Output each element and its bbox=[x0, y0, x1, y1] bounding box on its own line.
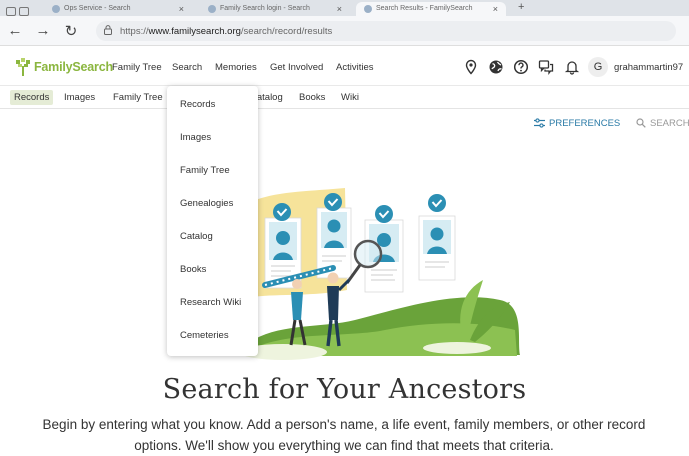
subnav-family-tree[interactable]: Family Tree bbox=[113, 92, 163, 103]
magnifier-icon bbox=[636, 118, 646, 128]
back-arrow-icon[interactable]: ← bbox=[6, 22, 24, 39]
window-controls[interactable] bbox=[6, 3, 36, 16]
bell-icon[interactable] bbox=[564, 59, 580, 75]
forward-arrow-icon[interactable]: → bbox=[34, 22, 52, 39]
url-path: /search/record/results bbox=[240, 26, 333, 37]
url-field[interactable]: https://www.familysearch.org/search/reco… bbox=[96, 21, 676, 41]
dropdown-item-research-wiki[interactable]: Research Wiki bbox=[180, 297, 241, 308]
close-tab-icon[interactable]: × bbox=[493, 4, 498, 14]
globe-icon[interactable] bbox=[488, 59, 504, 75]
dropdown-item-books[interactable]: Books bbox=[180, 264, 206, 275]
avatar[interactable]: G bbox=[588, 57, 608, 77]
subnav-images[interactable]: Images bbox=[64, 92, 95, 103]
page-title: Search for Your Ancestors bbox=[162, 374, 527, 405]
close-tab-icon[interactable]: × bbox=[337, 4, 342, 14]
tree-logo-icon bbox=[16, 58, 30, 76]
dropdown-item-images[interactable]: Images bbox=[180, 132, 211, 143]
new-tab-icon[interactable]: + bbox=[518, 1, 524, 13]
browser-tab-1[interactable]: Ops Service - Search × bbox=[44, 2, 192, 16]
tab-favicon-icon bbox=[364, 5, 372, 13]
dropdown-item-cemeteries[interactable]: Cemeteries bbox=[180, 330, 229, 341]
nav-memories[interactable]: Memories bbox=[215, 62, 257, 73]
url-domain: www.familysearch.org bbox=[148, 26, 241, 37]
nav-activities[interactable]: Activities bbox=[336, 62, 373, 73]
nav-family-tree[interactable]: Family Tree bbox=[112, 62, 162, 73]
ancestors-illustration bbox=[225, 188, 535, 370]
lock-icon bbox=[104, 25, 112, 35]
preferences-button[interactable]: PREFERENCES bbox=[534, 118, 620, 129]
tab-favicon-icon bbox=[52, 5, 60, 13]
ancestor-card-4 bbox=[418, 194, 456, 281]
familysearch-logo[interactable]: FamilySearch bbox=[14, 57, 113, 77]
dropdown-item-family-tree[interactable]: Family Tree bbox=[180, 165, 230, 176]
dropdown-item-catalog[interactable]: Catalog bbox=[180, 231, 213, 242]
logo-text: FamilySearch bbox=[34, 60, 113, 74]
browser-tab-strip: Ops Service - Search × Family Search logi… bbox=[0, 0, 689, 16]
search-label: SEARCH bbox=[650, 118, 689, 129]
username[interactable]: grahammartin97 bbox=[614, 62, 683, 73]
chat-icon[interactable] bbox=[538, 59, 554, 75]
help-icon[interactable] bbox=[513, 59, 529, 75]
subnav-books[interactable]: Books bbox=[299, 92, 325, 103]
url-prefix: https:// bbox=[120, 26, 149, 37]
browser-tab-3[interactable]: Search Results - FamilySearch × bbox=[356, 2, 506, 16]
subnav-wiki[interactable]: Wiki bbox=[341, 92, 359, 103]
close-tab-icon[interactable]: × bbox=[179, 4, 184, 14]
subnav-records[interactable]: Records bbox=[10, 90, 54, 105]
location-pin-icon[interactable] bbox=[463, 59, 479, 75]
reload-icon[interactable]: ↻ bbox=[62, 22, 80, 40]
dropdown-item-records[interactable]: Records bbox=[180, 99, 215, 110]
tab-favicon-icon bbox=[208, 5, 216, 13]
nav-search[interactable]: Search bbox=[172, 62, 202, 73]
browser-tab-2[interactable]: Family Search login - Search × bbox=[200, 2, 350, 16]
site-header: FamilySearch Family Tree Search Memories… bbox=[0, 48, 689, 86]
sliders-icon bbox=[534, 118, 545, 128]
address-bar-row: ← → ↻ https://www.familysearch.org/searc… bbox=[0, 16, 689, 46]
nav-get-involved[interactable]: Get Involved bbox=[270, 62, 323, 73]
dropdown-item-genealogies[interactable]: Genealogies bbox=[180, 198, 233, 209]
search-toggle-button[interactable]: SEARCH bbox=[636, 118, 689, 129]
sub-nav: Records Images Family Tree Catalog Books… bbox=[0, 87, 689, 109]
page-subtitle: Begin by entering what you know. Add a p… bbox=[42, 417, 646, 453]
preferences-label: PREFERENCES bbox=[549, 118, 621, 129]
search-dropdown-menu: Records Images Family Tree Genealogies C… bbox=[167, 86, 258, 356]
